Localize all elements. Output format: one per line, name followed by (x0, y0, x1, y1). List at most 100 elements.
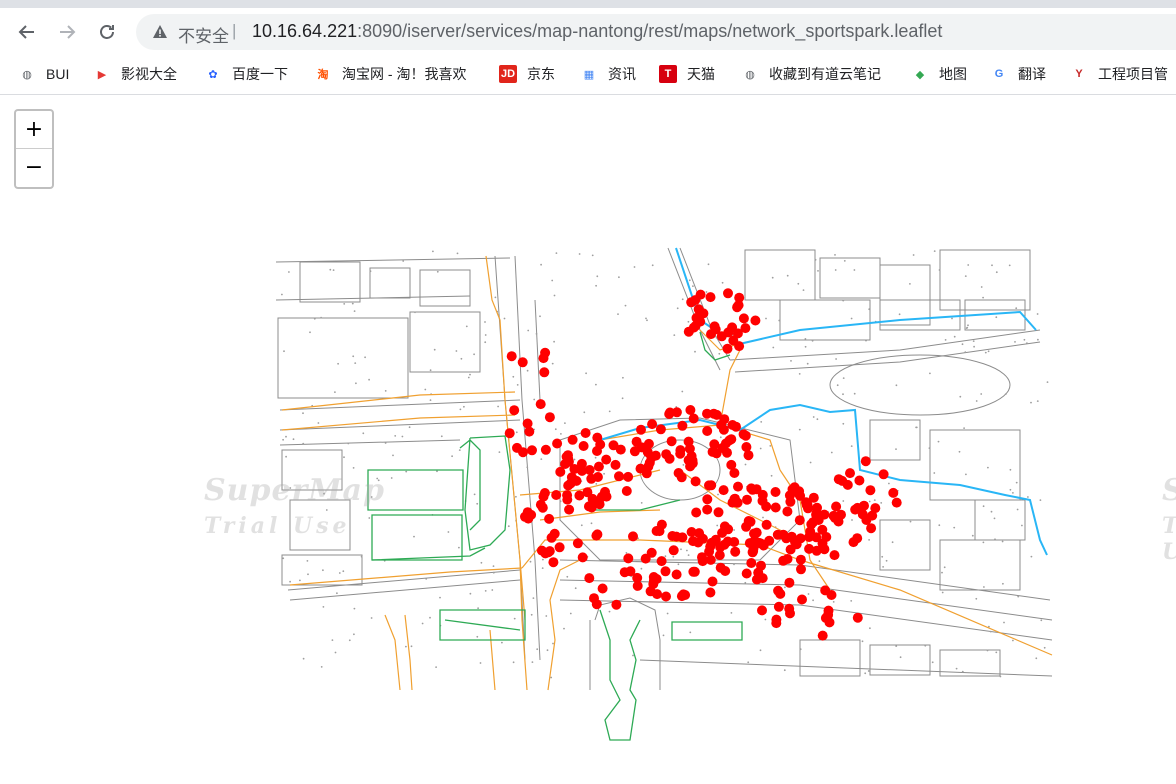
map-point-marker[interactable] (646, 452, 657, 463)
map-point-marker[interactable] (833, 474, 844, 485)
map-point-marker[interactable] (636, 424, 646, 435)
map-point-marker[interactable] (702, 426, 713, 436)
map-point-marker[interactable] (601, 454, 612, 465)
map-point-marker[interactable] (857, 509, 868, 520)
map-point-marker[interactable] (716, 420, 727, 430)
map-point-marker[interactable] (586, 502, 597, 513)
map-point-marker[interactable] (784, 603, 795, 614)
map-point-marker[interactable] (826, 590, 837, 600)
map-point-marker[interactable] (592, 529, 603, 540)
zoom-in-button[interactable]: + (16, 111, 52, 149)
map-point-marker[interactable] (891, 497, 902, 508)
map-point-marker[interactable] (655, 424, 666, 435)
map-point-marker[interactable] (727, 322, 738, 333)
url-text[interactable]: 10.16.64.221:8090/iserver/services/map-n… (252, 21, 942, 42)
map-point-marker[interactable] (652, 589, 663, 600)
map-point-marker[interactable] (796, 564, 806, 575)
map-point-marker[interactable] (723, 288, 733, 299)
map-point-marker[interactable] (623, 553, 634, 564)
map-point-marker[interactable] (688, 566, 699, 577)
map-point-marker[interactable] (713, 507, 724, 518)
map-point-marker[interactable] (794, 515, 805, 526)
map-point-marker[interactable] (710, 324, 721, 335)
map-point-marker[interactable] (661, 449, 672, 460)
map-point-marker[interactable] (854, 475, 865, 486)
map-point-marker[interactable] (805, 526, 816, 537)
map-point-marker[interactable] (675, 448, 686, 459)
map-point-marker[interactable] (544, 546, 555, 557)
map-point-marker[interactable] (666, 436, 677, 447)
bookmark-item[interactable]: ◍ BUI (18, 62, 69, 86)
map-point-marker[interactable] (614, 471, 624, 482)
zoom-out-button[interactable]: − (16, 149, 52, 186)
map-point-marker[interactable] (629, 446, 640, 457)
reload-button[interactable] (91, 16, 123, 48)
map-point-marker[interactable] (685, 405, 696, 415)
map-point-marker[interactable] (683, 326, 694, 337)
map-point-marker[interactable] (751, 484, 762, 495)
map-point-marker[interactable] (686, 297, 697, 308)
map-point-marker[interactable] (722, 447, 732, 458)
bookmark-item[interactable]: ✿ 百度一下 (204, 62, 288, 86)
map-point-marker[interactable] (684, 443, 695, 454)
map-point-marker[interactable] (878, 469, 889, 480)
map-point-marker[interactable] (562, 490, 573, 501)
map-point-marker[interactable] (732, 497, 743, 508)
map-point-marker[interactable] (773, 601, 784, 612)
map-point-marker[interactable] (795, 554, 806, 565)
map-point-marker[interactable] (506, 351, 517, 362)
map-point-marker[interactable] (797, 594, 807, 605)
map-point-marker[interactable] (584, 465, 595, 475)
map-point-marker[interactable] (702, 504, 713, 515)
map-point-marker[interactable] (860, 456, 871, 467)
map-point-marker[interactable] (702, 494, 713, 505)
map-point-marker[interactable] (671, 531, 682, 542)
map-point-marker[interactable] (823, 609, 834, 620)
bookmark-item[interactable]: T 天猫 (659, 62, 715, 86)
map-point-marker[interactable] (549, 528, 560, 539)
map-point-marker[interactable] (778, 555, 789, 566)
map-point-marker[interactable] (784, 490, 795, 501)
map-point-marker[interactable] (754, 537, 765, 548)
map-point-marker[interactable] (580, 428, 591, 438)
map-point-marker[interactable] (707, 576, 718, 587)
map-point-marker[interactable] (685, 461, 696, 472)
map-point-marker[interactable] (829, 550, 840, 561)
map-point-marker[interactable] (584, 573, 595, 584)
map-point-marker[interactable] (697, 552, 707, 563)
map-point-marker[interactable] (741, 442, 752, 452)
map-point-marker[interactable] (722, 343, 733, 354)
map-point-marker[interactable] (527, 445, 537, 456)
map-point-marker[interactable] (750, 315, 761, 326)
map-point-marker[interactable] (535, 399, 546, 410)
map-point-marker[interactable] (833, 516, 844, 527)
map-point-marker[interactable] (660, 566, 671, 577)
map-point-marker[interactable] (610, 459, 621, 470)
map-point-marker[interactable] (522, 418, 533, 429)
map-point-marker[interactable] (718, 485, 729, 496)
map-point-marker[interactable] (548, 557, 559, 568)
map-point-marker[interactable] (764, 535, 775, 546)
map-point-marker[interactable] (592, 472, 603, 482)
map-point-marker[interactable] (720, 566, 731, 576)
map-point-marker[interactable] (551, 490, 562, 500)
map-point-marker[interactable] (690, 476, 701, 487)
forward-button[interactable] (51, 16, 83, 48)
map-point-marker[interactable] (677, 420, 688, 431)
map-point-marker[interactable] (751, 527, 762, 538)
map-point-marker[interactable] (641, 468, 652, 479)
bookmark-item[interactable]: JD 京东 (499, 62, 555, 86)
map-point-marker[interactable] (661, 591, 671, 602)
map-point-marker[interactable] (770, 502, 781, 513)
map-point-marker[interactable] (688, 413, 699, 424)
map-point-marker[interactable] (539, 488, 550, 498)
map-point-marker[interactable] (565, 478, 576, 489)
map-point-marker[interactable] (619, 567, 630, 578)
map-point-marker[interactable] (623, 471, 634, 482)
map-point-marker[interactable] (888, 487, 899, 498)
map-point-marker[interactable] (741, 568, 752, 579)
map-point-marker[interactable] (523, 513, 534, 524)
map-point-marker[interactable] (761, 519, 772, 530)
bookmark-item[interactable]: ▶ 影视大全 (93, 62, 177, 86)
map-point-marker[interactable] (845, 468, 855, 479)
